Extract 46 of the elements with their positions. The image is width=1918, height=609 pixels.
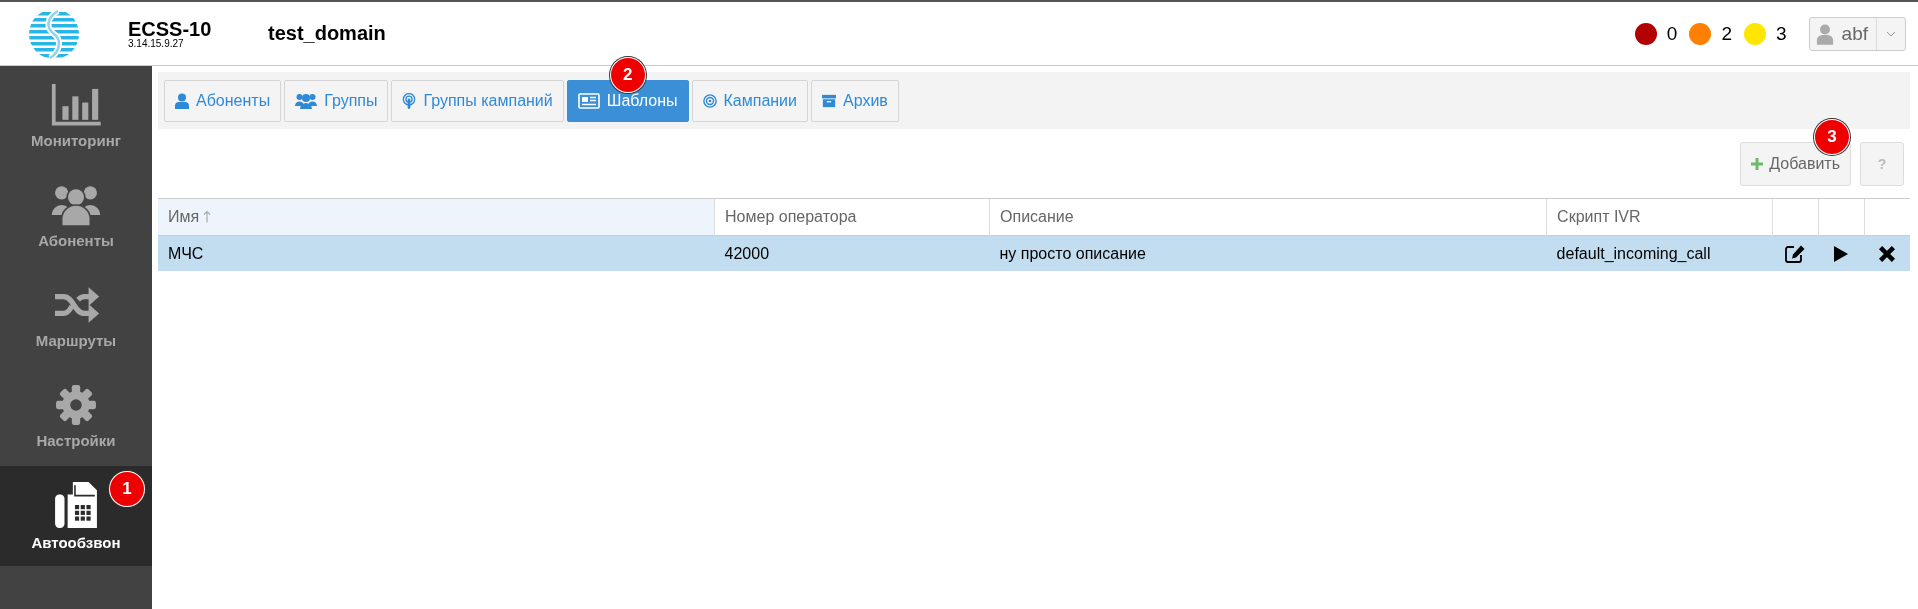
caret-icon — [1886, 30, 1896, 37]
bar-chart-icon — [51, 83, 101, 126]
newspaper-icon — [577, 93, 600, 109]
logo-icon — [28, 7, 80, 60]
user-icon — [1815, 22, 1834, 45]
target-icon — [702, 93, 717, 109]
alarm-count: 3 — [1776, 22, 1787, 45]
column-header[interactable]: Имя — [158, 198, 715, 236]
table-cell: 42000 — [724, 244, 770, 262]
tab[interactable]: Группы кампаний — [391, 80, 564, 122]
users-icon — [51, 183, 101, 226]
step-badge: 1 — [110, 472, 144, 506]
user-menu-button[interactable]: abf — [1808, 16, 1906, 51]
sort-arrow-icon — [203, 210, 212, 223]
alarm-count: 0 — [1666, 22, 1678, 45]
add-button[interactable]: Добавить — [1740, 142, 1851, 186]
sidebar-item[interactable]: Мониторинг — [0, 66, 152, 166]
domain-title: test_domain — [268, 22, 386, 45]
column-header[interactable]: Описание — [989, 198, 1547, 236]
version-label: 3.14.15.9.27 — [128, 38, 185, 49]
tab[interactable]: Абоненты — [164, 80, 282, 122]
tab[interactable]: Архив — [811, 80, 899, 122]
sidebar-item[interactable]: Автообзвон 1 — [0, 466, 152, 566]
table-row[interactable]: МЧС 42000 ну просто описание default_incoming_call — [158, 235, 1910, 271]
podcast-icon — [402, 93, 417, 109]
table-cell: default_incoming_call — [1556, 244, 1711, 262]
tab[interactable]: Кампании — [691, 80, 808, 122]
tab[interactable]: Шаблоны — [566, 80, 689, 122]
alarm-count: 2 — [1721, 22, 1732, 45]
product-name: ECSS-10 — [128, 18, 213, 39]
column-header[interactable]: Номер оператора — [714, 198, 990, 236]
sidebar-item[interactable]: Маршруты — [0, 266, 152, 366]
users-icon — [295, 93, 318, 109]
tab[interactable]: Группы — [284, 80, 389, 122]
sidebar-item[interactable]: Настройки — [0, 366, 152, 466]
sidebar-item[interactable]: Абоненты — [0, 166, 152, 266]
archive-box-icon — [822, 93, 836, 109]
step-badge: 2 — [610, 58, 645, 92]
delete-icon[interactable] — [1877, 244, 1898, 263]
column-header[interactable]: Скрипт IVR — [1546, 198, 1773, 236]
user-icon — [175, 93, 189, 109]
step-badge: 3 — [1815, 120, 1849, 154]
table-cell: МЧС — [168, 244, 204, 262]
table-cell: ну просто описание — [999, 244, 1146, 262]
plus-icon — [1751, 158, 1764, 170]
edit-icon[interactable] — [1785, 244, 1806, 263]
